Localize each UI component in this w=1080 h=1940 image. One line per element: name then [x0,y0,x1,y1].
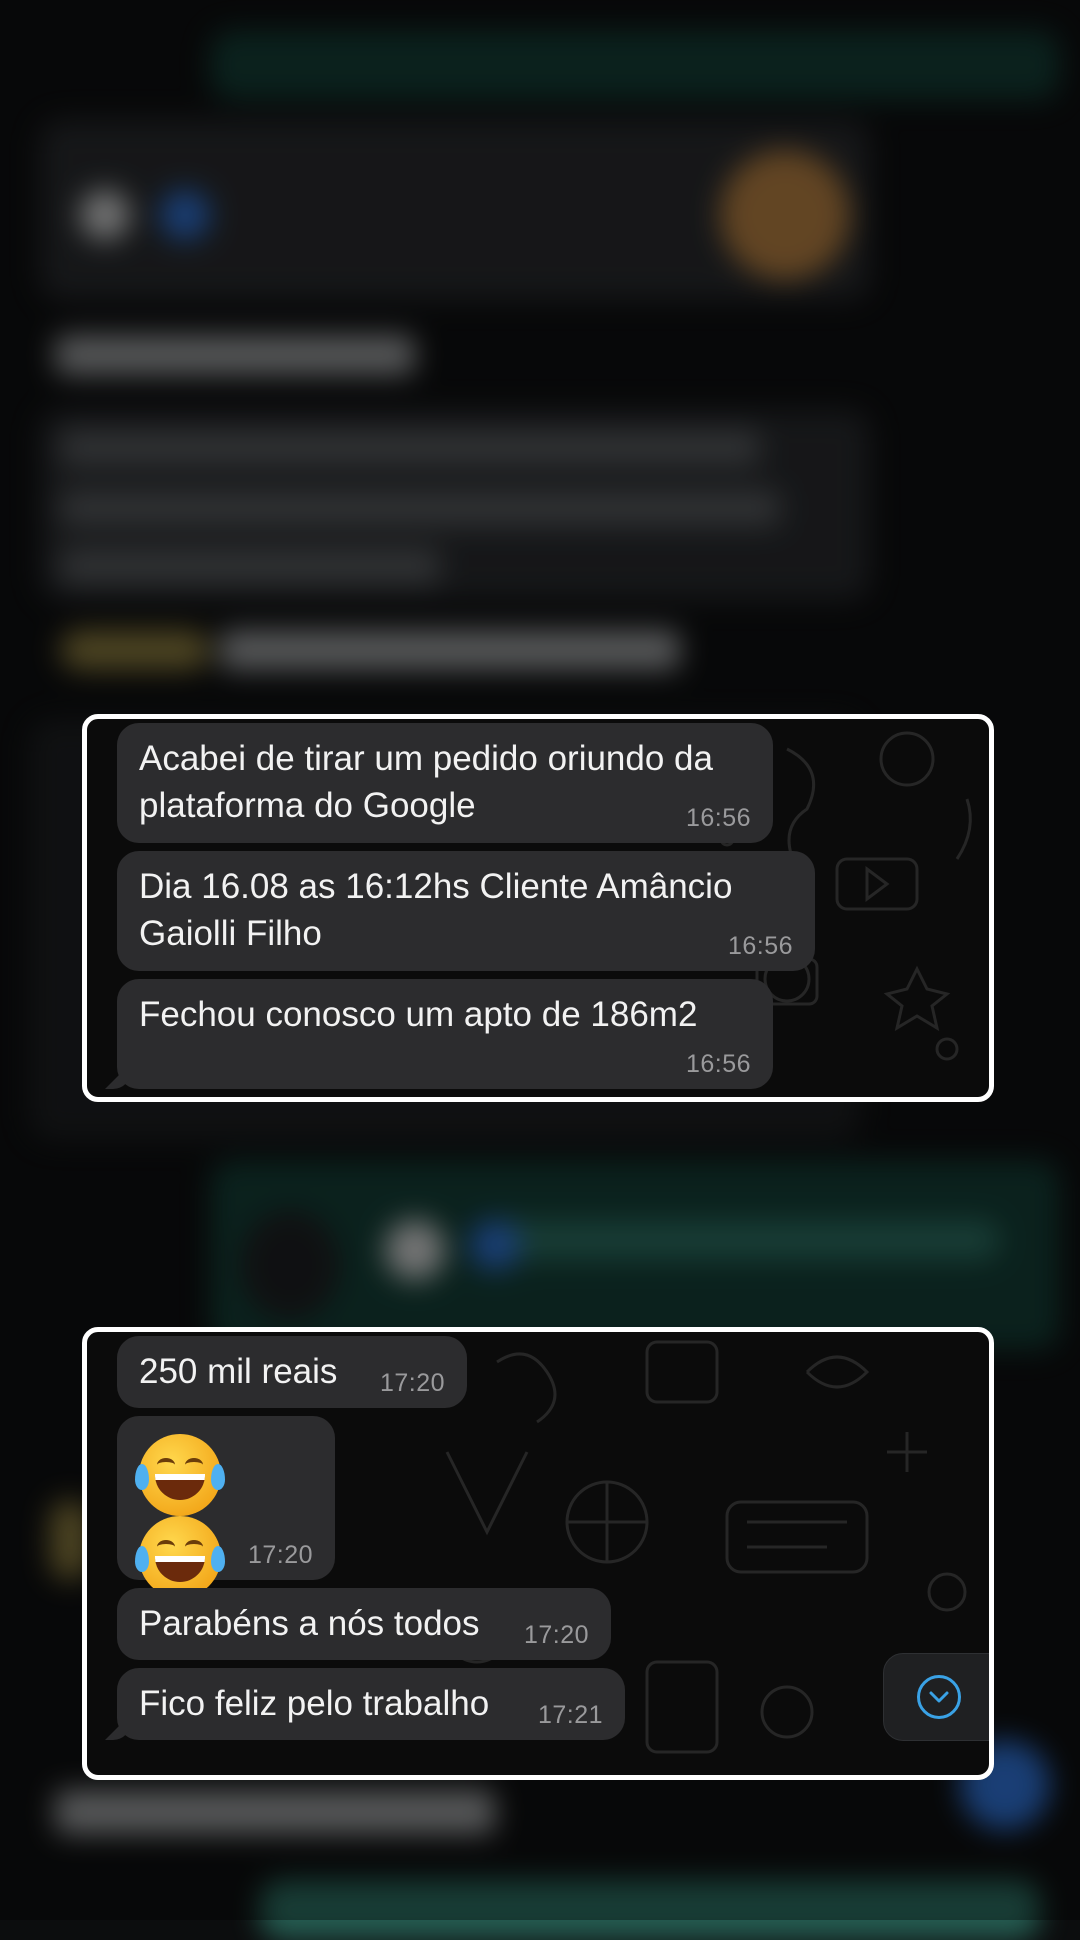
message-timestamp: 16:56 [685,804,751,832]
chevron-down-icon [917,1675,961,1719]
message-timestamp: 16:56 [727,932,793,960]
highlighted-messages-group: Acabei de tirar um pedido oriundo da pla… [82,714,994,1102]
message-text: Dia 16.08 as 16:12hs Cliente Amâncio Gai… [139,867,733,953]
message-bubble[interactable]: 17:20 [117,1416,335,1598]
tears-of-joy-icon [135,1434,225,1516]
message-timestamp: 17:20 [247,1541,313,1569]
tears-of-joy-icon [135,1516,225,1598]
message-bubble[interactable]: Acabei de tirar um pedido oriundo da pla… [117,723,773,843]
message-timestamp: 16:56 [685,1050,751,1078]
message-text: Fechou conosco um apto de 186m2 [139,995,698,1034]
message-bubble[interactable]: Fico feliz pelo trabalho 17:21 [117,1668,625,1740]
message-bubble[interactable]: 250 mil reais 17:20 [117,1336,467,1408]
message-text: Acabei de tirar um pedido oriundo da pla… [139,739,713,825]
scroll-to-bottom-button[interactable] [883,1653,989,1741]
message-text: Fico feliz pelo trabalho [139,1684,490,1723]
message-timestamp: 17:20 [379,1369,445,1397]
message-bubble[interactable]: Parabéns a nós todos 17:20 [117,1588,611,1660]
message-bubble[interactable]: Fechou conosco um apto de 186m2 16:56 [117,979,773,1089]
highlighted-messages-group: 250 mil reais 17:20 17:20 Parabéns a nós… [82,1327,994,1780]
message-timestamp: 17:21 [537,1701,603,1729]
message-bubble[interactable]: Dia 16.08 as 16:12hs Cliente Amâncio Gai… [117,851,815,971]
message-timestamp: 17:20 [523,1621,589,1649]
message-text: Parabéns a nós todos [139,1604,480,1643]
